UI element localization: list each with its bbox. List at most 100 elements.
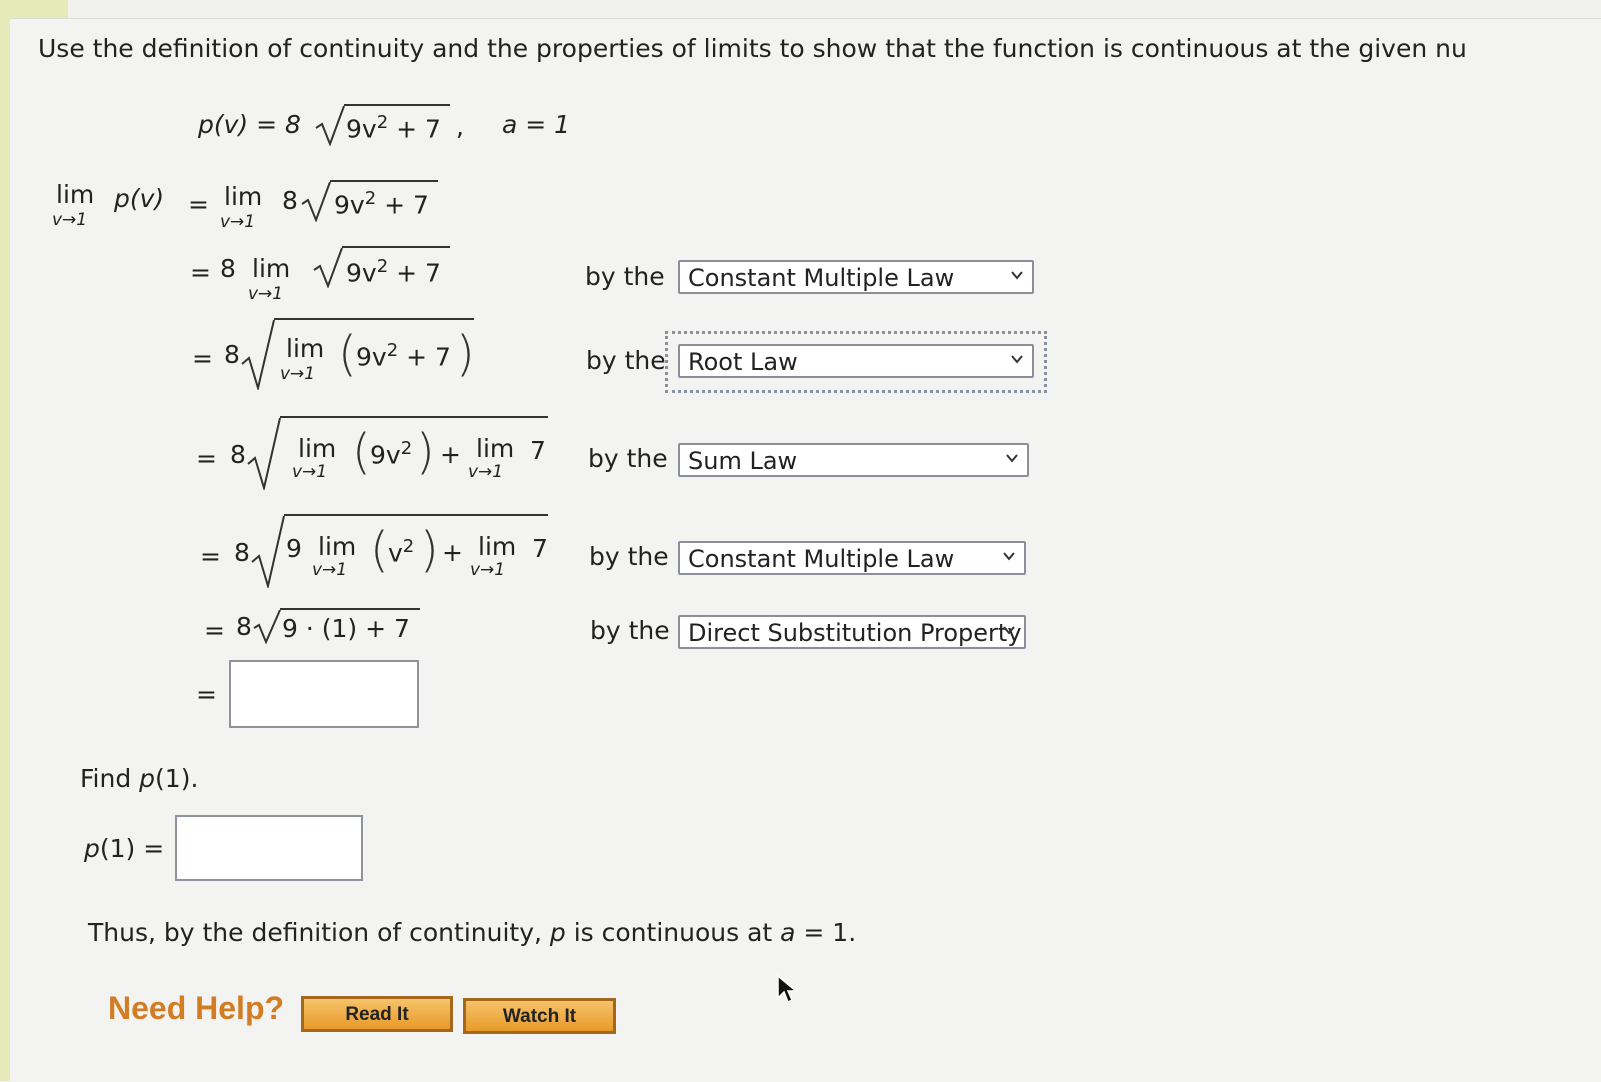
step1-eq: = — [190, 258, 211, 287]
inner-exponent: 2 — [386, 340, 399, 361]
step0-eq: = — [188, 190, 209, 219]
watch-it-button[interactable]: Watch It — [463, 998, 616, 1034]
step4-law-value: Constant Multiple Law — [688, 545, 955, 573]
radical-bar — [330, 180, 438, 182]
radical-bar — [342, 246, 450, 248]
radical-bar — [280, 416, 548, 418]
step1-law-select[interactable]: Constant Multiple Law — [678, 260, 1034, 294]
inner-base: 9v — [370, 440, 401, 470]
step2-lim-sub: v→1 — [280, 364, 316, 384]
radicand-rest: + 7 — [388, 258, 441, 288]
step2-eq: = — [192, 344, 213, 373]
need-help-label: Need Help? — [108, 990, 285, 1026]
step3-eq: = — [196, 444, 217, 473]
step3-by: by the — [588, 444, 668, 473]
step3-lim2-sub: v→1 — [468, 462, 504, 482]
inner-exponent: 2 — [400, 438, 413, 459]
p1-label-rest: (1) = — [99, 834, 165, 863]
step5-coef: 8 — [236, 612, 252, 641]
conclusion-text: Thus, by the definition of continuity, p… — [88, 918, 856, 947]
step5-by: by the — [590, 616, 670, 645]
step4-plus: + — [442, 538, 463, 567]
function-lhs: p(v) = 8 — [198, 110, 301, 139]
step3-lim-sub: v→1 — [292, 462, 328, 482]
step6-eq: = — [196, 680, 217, 709]
step0-fn: p(v) — [114, 184, 165, 213]
step0-lim2-sub: v→1 — [220, 212, 256, 232]
step4-coef: 8 — [234, 538, 250, 567]
step4-nine: 9 — [286, 534, 302, 563]
limit-result-input[interactable] — [229, 660, 419, 728]
conclusion-mid: is continuous at — [565, 918, 781, 947]
step2-law-select[interactable]: Root Law — [678, 344, 1034, 378]
radical-sign-icon — [313, 247, 343, 288]
function-point: a = 1 — [502, 110, 571, 139]
step4-lim: lim — [318, 532, 357, 561]
radicand-exponent: 2 — [376, 112, 389, 133]
step2-open-paren: ( — [338, 326, 357, 382]
step3-plus: + — [440, 440, 461, 469]
step1-law-value: Constant Multiple Law — [688, 264, 955, 292]
step3-law-value: Sum Law — [688, 447, 798, 475]
instruction-text: Use the definition of continuity and the… — [38, 34, 1467, 63]
find-prompt-fn: p — [139, 764, 156, 793]
step5-law-value: Direct Substitution Property — [688, 619, 1022, 647]
step3-const: 7 — [530, 436, 546, 465]
radical-sign-icon — [247, 417, 281, 490]
radicand-rest: + 7 — [376, 190, 429, 220]
radical-sign-icon — [251, 515, 285, 588]
step1-lim: lim — [252, 254, 291, 283]
radical-sign-icon — [241, 319, 275, 390]
step0-coef: 8 — [282, 186, 298, 215]
p1-label-fn: p — [84, 834, 100, 863]
step0-lim2: lim — [224, 182, 263, 211]
step2-inner: 9v2 + 7 — [356, 340, 451, 371]
step3-coef: 8 — [230, 440, 246, 469]
mouse-cursor-icon — [777, 974, 799, 1004]
radical-sign-icon — [253, 609, 281, 644]
read-it-button[interactable]: Read It — [301, 996, 453, 1032]
function-comma: , — [456, 112, 464, 141]
p1-input[interactable] — [175, 815, 363, 881]
step3-lim: lim — [298, 434, 337, 463]
p1-label: p(1) = — [84, 834, 164, 863]
radicand-base: 9v — [346, 258, 377, 288]
inner-rest: + 7 — [398, 342, 451, 372]
step3-inner: 9v2 — [370, 438, 412, 469]
step3-open-paren: ( — [352, 424, 371, 480]
radical-bar — [344, 104, 450, 106]
step4-eq: = — [200, 542, 221, 571]
find-prompt: Find p(1). — [80, 764, 198, 793]
chevron-down-icon — [1011, 271, 1023, 280]
chevron-down-icon — [1006, 454, 1018, 463]
conclusion-pre: Thus, by the definition of continuity, — [88, 918, 550, 947]
radical-bar — [280, 608, 420, 610]
radicand-exponent: 2 — [376, 256, 389, 277]
chevron-down-icon — [1003, 552, 1015, 561]
step2-law-value: Root Law — [688, 348, 798, 376]
step4-open-paren: ( — [370, 522, 389, 578]
step4-close-paren: ) — [420, 522, 439, 578]
step3-law-select[interactable]: Sum Law — [678, 443, 1029, 477]
step0-lim-sub: v→1 — [52, 210, 88, 230]
step5-law-select[interactable]: Direct Substitution Property — [678, 615, 1026, 649]
step1-by: by the — [585, 262, 665, 291]
step0-radicand: 9v2 + 7 — [334, 188, 429, 219]
find-prompt-pre: Find — [80, 764, 140, 793]
step4-by: by the — [589, 542, 669, 571]
step2-close-paren: ) — [456, 326, 475, 382]
step4-law-select[interactable]: Constant Multiple Law — [678, 541, 1026, 575]
radicand-base: 9v — [346, 114, 377, 144]
conclusion-var: a — [780, 918, 796, 947]
inner-exponent: 2 — [402, 536, 415, 557]
step1-radicand: 9v2 + 7 — [346, 256, 441, 287]
step2-coef: 8 — [224, 340, 240, 369]
inner-base: v — [388, 538, 403, 568]
conclusion-fn: p — [549, 918, 566, 947]
step0-lim: lim — [56, 180, 95, 209]
step4-lim-sub: v→1 — [312, 560, 348, 580]
inner-base: 9v — [356, 342, 387, 372]
radicand-base: 9v — [334, 190, 365, 220]
step4-lim2: lim — [478, 532, 517, 561]
step2-lim: lim — [286, 334, 325, 363]
